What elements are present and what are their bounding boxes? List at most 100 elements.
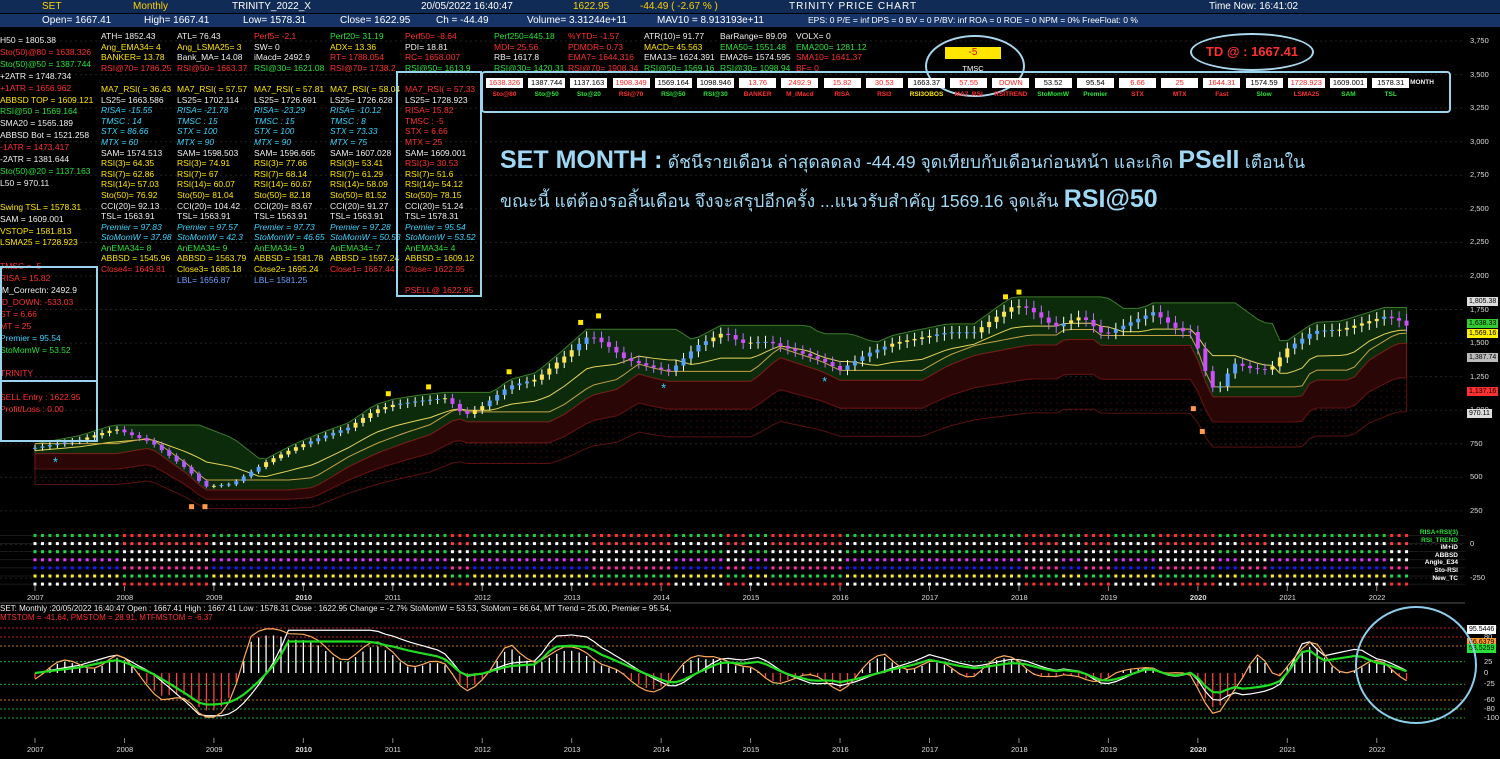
candle-body bbox=[1255, 368, 1260, 370]
indicator-line: AnEMA34= 9 bbox=[254, 242, 305, 253]
strip-dot bbox=[562, 550, 566, 554]
strip-dot bbox=[1211, 558, 1215, 562]
strip-dot bbox=[331, 550, 335, 554]
strip-dot bbox=[1390, 582, 1394, 586]
strip-dot bbox=[1091, 566, 1095, 570]
strip-dot bbox=[801, 542, 805, 546]
indicator-line: Sto(50)= 81.52 bbox=[330, 189, 387, 200]
strip-dot bbox=[890, 534, 894, 537]
table-label: Fast bbox=[1215, 91, 1229, 98]
strip-dot bbox=[331, 558, 335, 562]
table-value: 6.66 bbox=[1119, 78, 1156, 88]
strip-dot bbox=[674, 582, 678, 586]
strip-dot bbox=[1293, 574, 1297, 578]
candle-body bbox=[1292, 343, 1297, 349]
strip-dot bbox=[532, 582, 536, 586]
strip-dot bbox=[592, 582, 596, 586]
strip-dot bbox=[1233, 566, 1237, 570]
strip-dot bbox=[108, 574, 112, 578]
strip-dot bbox=[980, 566, 984, 570]
strip-dot bbox=[1062, 558, 1066, 562]
indicator-line: TSL= 1563.91 bbox=[330, 211, 384, 222]
strip-dot bbox=[1159, 542, 1163, 546]
strip-dot bbox=[1218, 574, 1222, 578]
indicator-line: TSL= 1563.91 bbox=[254, 211, 308, 222]
strip-dot bbox=[190, 566, 194, 570]
strip-dot bbox=[890, 574, 894, 578]
strip-dot bbox=[436, 534, 440, 537]
strip-dot bbox=[1054, 566, 1058, 570]
indicator-line: SAM= 1607.028 bbox=[330, 147, 392, 158]
indicator-line: SAM= 1574.513 bbox=[101, 147, 163, 158]
strip-dot bbox=[1032, 558, 1036, 562]
strip-legend-item: New_TC bbox=[1432, 574, 1458, 582]
strip-dot bbox=[324, 566, 328, 570]
candle-body bbox=[249, 471, 254, 477]
strip-dot bbox=[279, 550, 283, 554]
strip-dot bbox=[1226, 574, 1230, 578]
strip-dot bbox=[48, 550, 52, 554]
strip-dot bbox=[1405, 550, 1409, 554]
trinity-frame bbox=[0, 380, 98, 442]
strip-dot bbox=[1330, 542, 1334, 546]
strip-dot bbox=[115, 566, 119, 570]
candle-body bbox=[241, 476, 246, 482]
strip-dot bbox=[957, 550, 961, 554]
strip-dot bbox=[637, 542, 641, 546]
year-label: 2018 bbox=[1011, 593, 1028, 602]
strip-dot bbox=[324, 582, 328, 586]
strip-dot bbox=[980, 542, 984, 546]
strip-dot bbox=[488, 574, 492, 578]
candle-body bbox=[934, 334, 939, 336]
strip-dot bbox=[1211, 534, 1215, 537]
candle-body bbox=[763, 341, 768, 343]
strip-dot bbox=[354, 550, 358, 554]
strip-dot bbox=[160, 566, 164, 570]
strip-dot bbox=[1248, 558, 1252, 562]
strip-dot bbox=[1054, 534, 1058, 537]
strip-dot bbox=[443, 558, 447, 562]
strip-dot bbox=[465, 582, 469, 586]
strip-dot bbox=[443, 566, 447, 570]
strip-dot bbox=[920, 534, 924, 537]
strip-dot bbox=[682, 582, 686, 586]
table-value: 1574.59 bbox=[1245, 78, 1283, 88]
strip-dot bbox=[592, 550, 596, 554]
strip-dot bbox=[257, 574, 261, 578]
strip-dot bbox=[421, 550, 425, 554]
strip-dot bbox=[436, 582, 440, 586]
candle-body bbox=[293, 447, 298, 451]
strip-dot bbox=[890, 558, 894, 562]
strip-dot bbox=[234, 558, 238, 562]
indicator-line: ATR(10)= 91.77 bbox=[644, 31, 705, 41]
year-label: 2017 bbox=[922, 745, 939, 754]
headline-line1: ดัชนีรายเดือน ล่าสุดลดลง -44.49 จุดเทียบ… bbox=[667, 152, 1174, 172]
strip-dot bbox=[525, 558, 529, 562]
volume-value: Volume= 3.31244e+11 bbox=[527, 15, 627, 26]
strip-dot bbox=[1352, 542, 1356, 546]
strip-dot bbox=[853, 550, 857, 554]
strip-dot bbox=[1077, 582, 1081, 586]
strip-dot bbox=[473, 566, 477, 570]
strip-dot bbox=[398, 550, 402, 554]
strip-dot bbox=[450, 534, 454, 537]
strip-dot bbox=[152, 558, 156, 562]
strip-dot bbox=[577, 534, 581, 537]
strip-dot bbox=[831, 558, 835, 562]
strip-dot bbox=[704, 566, 708, 570]
strip-dot bbox=[1039, 542, 1043, 546]
strip-dot bbox=[1129, 574, 1133, 578]
candle-body bbox=[129, 432, 134, 436]
td-level: TD @ : 1667.41 bbox=[1190, 33, 1314, 71]
strip-dot bbox=[1375, 574, 1379, 578]
strip-dot bbox=[1151, 558, 1155, 562]
year-label: 2022 bbox=[1369, 745, 1386, 754]
indicator-line: SMA20 = 1565.189 bbox=[0, 118, 74, 129]
strip-dot bbox=[771, 542, 775, 546]
strip-dot bbox=[122, 542, 126, 546]
indicator-line: StoMomW = 46.65 bbox=[254, 232, 325, 243]
candle-body bbox=[592, 337, 597, 339]
strip-dot bbox=[503, 542, 507, 546]
strip-legend: RISA+RSI(3) RSI_TREND iM+iD ABBSD Angle_E34 S… bbox=[1420, 529, 1458, 582]
strip-dot bbox=[406, 566, 410, 570]
